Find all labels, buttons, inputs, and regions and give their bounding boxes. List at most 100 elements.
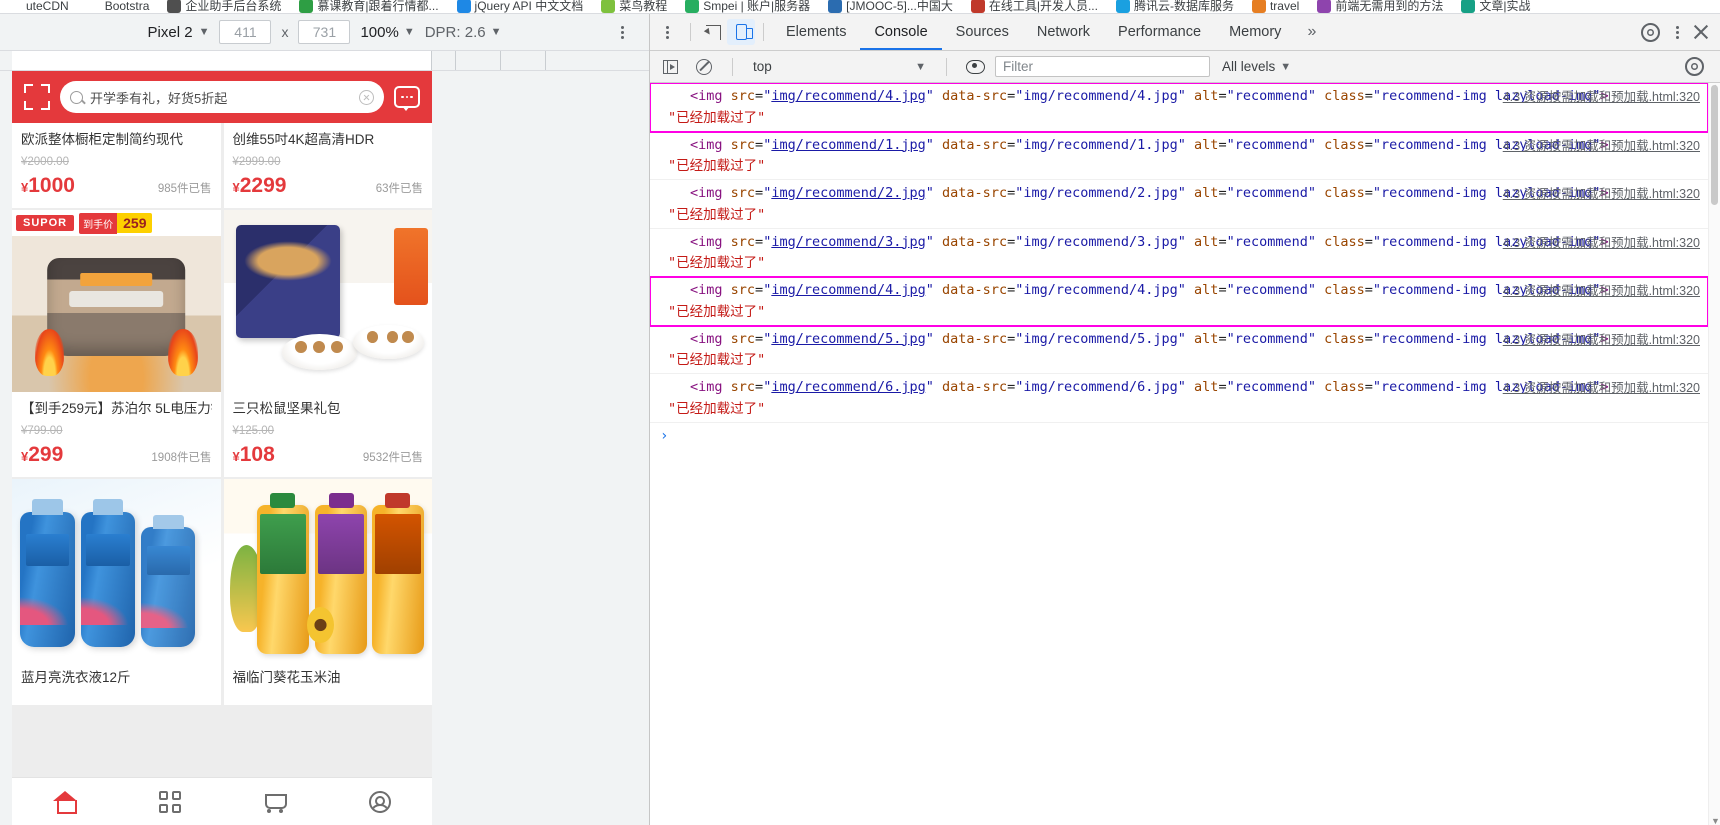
product-card[interactable]: 蓝月亮洗衣液12斤	[12, 479, 221, 705]
bookmark-item[interactable]: Bootstra	[86, 0, 149, 13]
product-info: 蓝月亮洗衣液12斤	[12, 661, 221, 705]
bookmark-item[interactable]: [JMOOC-5]...中国大	[828, 0, 953, 13]
close-devtools-button[interactable]	[1690, 21, 1712, 43]
live-expression-button[interactable]	[961, 54, 989, 80]
devtools-more-menu-button[interactable]	[1668, 23, 1686, 41]
console-string-log: "已经加载过了"	[668, 255, 766, 271]
devtools-settings-button[interactable]	[1636, 19, 1664, 45]
bookmark-item[interactable]: 腾讯云-数据库服务	[1115, 0, 1234, 13]
favicon-icon	[86, 0, 101, 13]
viewport-height-input[interactable]: 731	[298, 20, 351, 44]
more-tabs-button[interactable]: »	[1295, 23, 1328, 41]
console-message-source-link[interactable]: 4.3 资源按需加载和预加载.html:320	[1503, 86, 1700, 105]
clear-circle-icon[interactable]	[359, 89, 374, 105]
tab-account[interactable]	[327, 790, 432, 813]
device-toolbar-button[interactable]	[727, 19, 755, 45]
console-message-source-link[interactable]: 4.3 资源按需加载和预加载.html:320	[1503, 280, 1700, 299]
devtools-main-menu-button[interactable]	[658, 23, 676, 41]
dpr-select[interactable]: DPR: 2.6 ▼	[425, 24, 502, 41]
devtools-toolbar-right	[1636, 19, 1720, 45]
message-bubble-icon[interactable]	[394, 86, 420, 111]
tab-console[interactable]: Console	[860, 14, 941, 50]
console-message[interactable]: 4.3 资源按需加载和预加载.html:320 <img src="img/rec…	[650, 229, 1708, 277]
console-panel[interactable]: 4.3 资源按需加载和预加载.html:320 <img src="img/rec…	[650, 83, 1720, 825]
device-select[interactable]: Pixel 2 ▼	[148, 24, 210, 41]
console-message[interactable]: 4.3 资源按需加载和预加载.html:320 <img src="img/rec…	[650, 374, 1708, 423]
console-sidebar-button[interactable]	[656, 54, 684, 80]
product-card[interactable]: SUPOR 到手价 259 【到手259元】苏泊尔 5L电压力锅 ¥799.00 ¥299…	[12, 210, 221, 478]
zoom-select[interactable]: 100% ▼	[360, 24, 414, 41]
log-levels-select[interactable]: All levels ▼	[1216, 59, 1297, 74]
console-message-source-link[interactable]: 4.3 资源按需加载和预加载.html:320	[1503, 232, 1700, 251]
search-icon	[70, 90, 83, 104]
bookmark-item[interactable]: uteCDN	[8, 0, 69, 13]
tab-category[interactable]	[117, 790, 222, 813]
clear-console-button[interactable]	[690, 54, 718, 80]
nut-plate	[352, 324, 424, 360]
product-card[interactable]: 福临门葵花玉米油	[223, 479, 432, 705]
tab-memory[interactable]: Memory	[1215, 14, 1295, 50]
clear-console-icon	[696, 58, 712, 75]
chevron-down-icon: ▼	[490, 26, 502, 38]
console-message[interactable]: 4.3 资源按需加载和预加载.html:320 <img src="img/rec…	[650, 83, 1708, 133]
console-message-source-link[interactable]: 4.3 资源按需加载和预加载.html:320	[1503, 183, 1700, 202]
device-viewport[interactable]: 开学季有礼，好货5折起 欧派整体橱柜定制简约现代 ¥2000.00 ¥1000 985…	[12, 71, 432, 825]
console-message-list[interactable]: 4.3 资源按需加载和预加载.html:320 <img src="img/rec…	[650, 83, 1708, 825]
console-settings-button[interactable]	[1680, 54, 1708, 80]
tab-performance[interactable]: Performance	[1104, 14, 1215, 50]
bookmark-item[interactable]: 企业助手后台系统	[167, 0, 281, 13]
inspect-element-icon	[705, 24, 721, 40]
execution-context-select[interactable]: top ▼	[747, 56, 932, 78]
price-value: 299	[28, 443, 64, 467]
console-message[interactable]: 4.3 资源按需加载和预加载.html:320 <img src="img/rec…	[650, 276, 1708, 327]
scan-code-icon[interactable]	[24, 84, 50, 110]
product-card[interactable]: 三只松鼠坚果礼包 ¥125.00 ¥108 9532件已售	[223, 210, 432, 478]
bookmark-item[interactable]: Smpei | 账户|服务器	[685, 0, 810, 13]
scroll-down-arrow[interactable]: ▼	[1711, 816, 1720, 825]
device-more-options-button[interactable]	[613, 23, 631, 41]
console-filter-input[interactable]: Filter	[995, 56, 1210, 77]
tab-sources[interactable]: Sources	[942, 14, 1023, 50]
bookmark-item[interactable]: 文章|实战	[1461, 0, 1530, 13]
scrollbar-thumb[interactable]	[1711, 85, 1718, 205]
sunflower-decoration	[306, 606, 334, 644]
kebab-dot	[620, 25, 624, 29]
tab-cart[interactable]	[222, 791, 327, 813]
console-message[interactable]: 4.3 资源按需加载和预加载.html:320 <img src="img/rec…	[650, 132, 1708, 180]
console-string-log: "已经加载过了"	[668, 158, 766, 174]
console-prompt[interactable]: ›	[650, 423, 1708, 449]
console-message[interactable]: 4.3 资源按需加载和预加载.html:320 <img src="img/rec…	[650, 180, 1708, 229]
bookmark-item[interactable]: 慕课教育|跟着行情都...	[299, 0, 439, 13]
console-message-source-link[interactable]: 4.3 资源按需加载和预加载.html:320	[1503, 329, 1700, 348]
product-image[interactable]	[223, 479, 432, 662]
console-scrollbar[interactable]: ▲ ▼	[1708, 83, 1720, 825]
console-message[interactable]: 4.3 资源按需加载和预加载.html:320 <img src="img/rec…	[650, 326, 1708, 374]
product-card[interactable]: 欧派整体橱柜定制简约现代 ¥2000.00 ¥1000 985件已售	[12, 123, 221, 209]
search-input[interactable]: 开学季有礼，好货5折起	[90, 88, 352, 107]
inspect-element-button[interactable]	[699, 19, 727, 45]
bookmark-item[interactable]: jQuery API 中文文档	[456, 0, 583, 13]
bookmark-label: 慕课教育|跟着行情都...	[317, 0, 439, 13]
bookmark-item[interactable]: 菜鸟教程	[601, 0, 667, 13]
tab-network[interactable]: Network	[1023, 14, 1104, 50]
product-price: ¥1000	[21, 174, 75, 198]
product-image[interactable]	[223, 210, 432, 393]
bookmark-item[interactable]: 在线工具|开发人员...	[970, 0, 1098, 13]
mobile-search-box[interactable]: 开学季有礼，好货5折起	[60, 81, 384, 113]
product-image[interactable]: SUPOR 到手价 259	[12, 210, 221, 393]
chevron-down-icon: ▼	[915, 60, 926, 73]
product-image[interactable]	[12, 479, 221, 662]
console-string-log: "已经加载过了"	[668, 303, 766, 320]
device-toolbar-icon	[735, 24, 753, 40]
bookmarks-bar[interactable]: uteCDN Bootstra 企业助手后台系统 慕课教育|跟着行情都... jQuer…	[0, 0, 1720, 14]
product-sold-count: 1908件已售	[151, 452, 212, 465]
bookmark-item[interactable]: travel	[1251, 0, 1299, 13]
product-card[interactable]: 创维55吋4K超高清HDR ¥2999.00 ¥2299 63件已售	[223, 123, 432, 209]
bookmark-item[interactable]: 前端无需用到的方法	[1317, 0, 1443, 13]
tab-home[interactable]	[12, 790, 117, 814]
tab-elements[interactable]: Elements	[772, 14, 860, 50]
console-message-source-link[interactable]: 4.3 资源按需加载和预加载.html:320	[1503, 135, 1700, 154]
viewport-width-input[interactable]: 411	[219, 20, 272, 44]
console-message-source-link[interactable]: 4.3 资源按需加载和预加载.html:320	[1503, 377, 1700, 396]
favicon-icon	[299, 0, 314, 13]
